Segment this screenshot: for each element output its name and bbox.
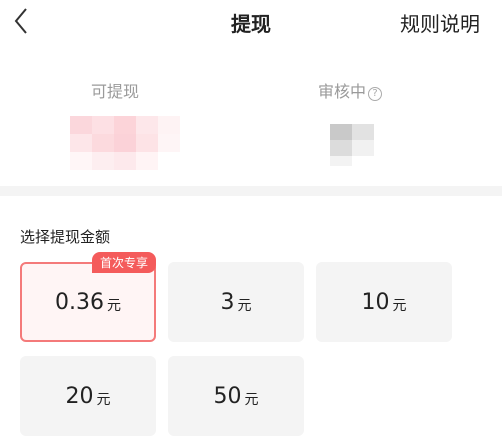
select-amount-title: 选择提现金额 — [20, 228, 111, 246]
reviewing-label: 审核中? — [318, 78, 383, 102]
reviewing-amount-blurred — [330, 124, 374, 166]
amount-option-0-36[interactable]: 首次专享 0.36 元 — [20, 252, 156, 342]
amount-unit: 元 — [392, 298, 407, 314]
amount-option-50[interactable]: 50 元 — [168, 356, 304, 436]
amount-value: 0.36 — [55, 289, 104, 315]
amount-unit: 元 — [106, 298, 121, 314]
withdraw-page: 提现 规则说明 可提现 审核中? 选择提现金额 首次专享 0.36 元 3 元 … — [0, 0, 502, 439]
amount-value: 10 — [361, 289, 390, 315]
amount-option-3[interactable]: 3 元 — [168, 262, 304, 342]
reviewing-text: 审核中 — [318, 82, 367, 101]
available-amount-blurred — [62, 116, 192, 172]
amount-value: 50 — [213, 383, 242, 409]
amount-unit: 元 — [96, 392, 111, 408]
amount-value: 20 — [65, 383, 94, 409]
amount-value: 3 — [220, 289, 235, 315]
available-label: 可提现 — [91, 82, 140, 101]
amount-option-20[interactable]: 20 元 — [20, 356, 156, 436]
amount-option-10[interactable]: 10 元 — [316, 262, 452, 342]
question-circle-icon[interactable]: ? — [368, 87, 383, 101]
first-exclusive-badge: 首次专享 — [91, 252, 156, 273]
header: 提现 规则说明 — [0, 0, 502, 44]
rules-link[interactable]: 规则说明 — [400, 8, 480, 37]
amount-unit: 元 — [244, 392, 259, 408]
amount-unit: 元 — [237, 298, 252, 314]
section-divider — [0, 186, 502, 196]
